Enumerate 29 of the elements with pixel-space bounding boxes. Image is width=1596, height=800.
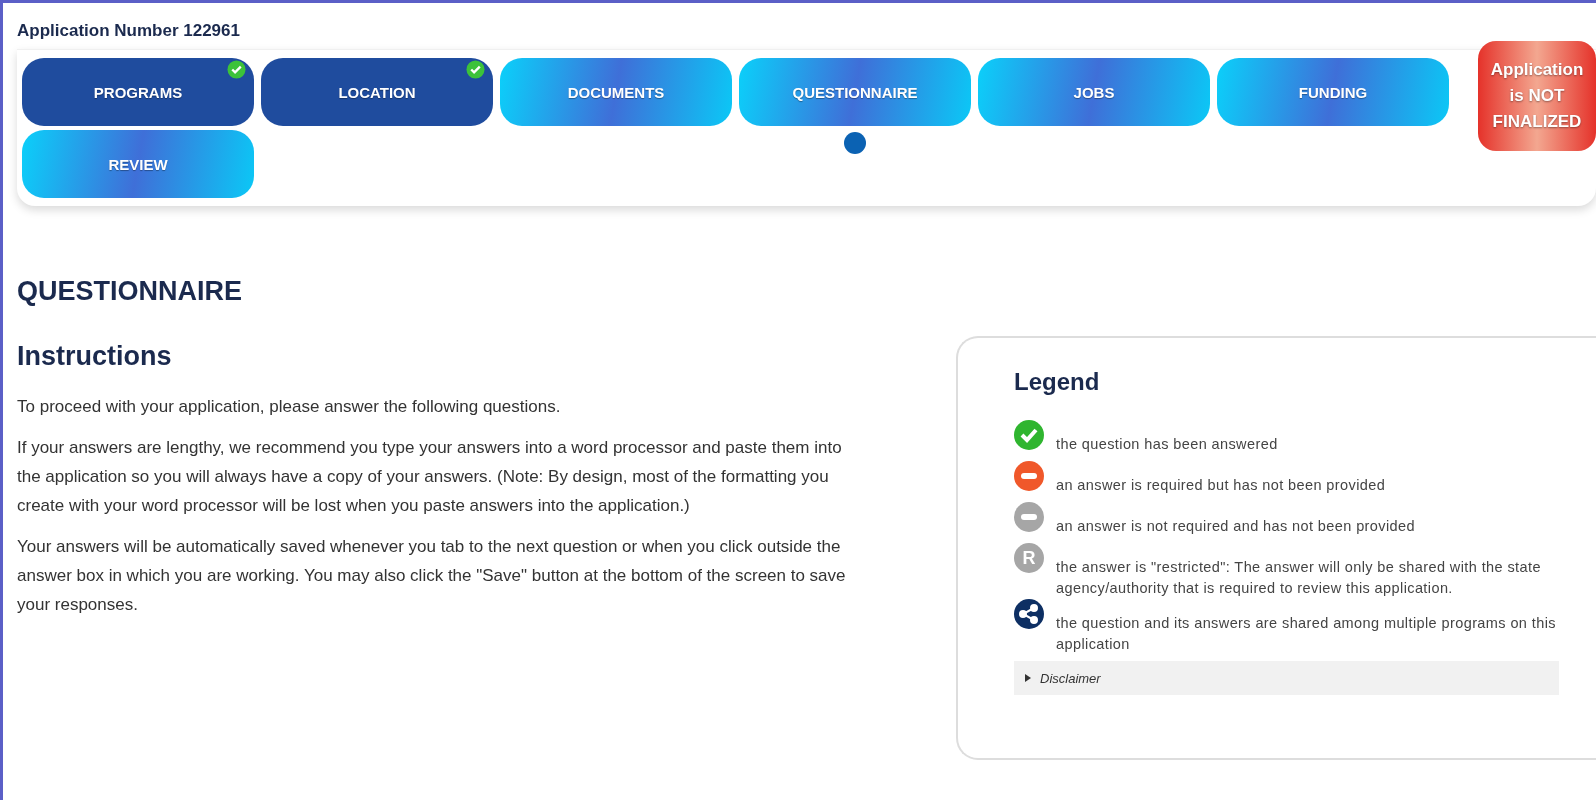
legend-text: the question has been answered [1056, 435, 1279, 454]
legend-title: Legend [1014, 368, 1101, 396]
minus-circle-icon [1014, 461, 1044, 491]
application-number: Application Number 122961 [17, 21, 241, 41]
disclaimer-toggle[interactable]: Disclaimer [1014, 661, 1559, 695]
check-icon [227, 60, 246, 79]
step-tab[interactable]: REVIEW [22, 130, 254, 198]
share-icon [1014, 599, 1044, 629]
instruction-paragraph: Your answers will be automatically saved whenever you tab to the next question or when you click outside the answer box in which you are working. You may also click the "Save" button at the bottom of the screen to save your responses. [17, 536, 847, 616]
restricted-icon: R [1014, 543, 1044, 573]
step-tab[interactable]: QUESTIONNAIRE [739, 58, 971, 126]
page-title: QUESTIONNAIRE [17, 276, 244, 307]
check-circle-icon [1014, 420, 1044, 450]
check-icon [466, 60, 485, 79]
legend-text: an answer is not required and has not been provided [1056, 517, 1416, 536]
instruction-paragraph: To proceed with your application, please answer the following questions. [17, 396, 562, 418]
instruction-paragraph: If your answers are lengthy, we recommend you type your answers into a word processor and paste them into the application so you will always have a copy of your answers. (Note: By design, most of the formatting you create with your word processor will be lost when you paste answers into the application.) [17, 437, 843, 517]
step-tab[interactable]: JOBS [978, 58, 1210, 126]
legend-text: the question and its answers are shared among multiple programs on this application [1056, 614, 1556, 654]
step-tab[interactable]: PROGRAMS [22, 58, 254, 126]
minus-circle-icon [1014, 502, 1044, 532]
status-badge: Application is NOT FINALIZED [1478, 41, 1596, 151]
legend-text: an answer is required but has not been provided [1056, 476, 1387, 495]
step-tab[interactable]: LOCATION [261, 58, 493, 126]
step-tab[interactable]: DOCUMENTS [500, 58, 732, 126]
step-tab[interactable]: FUNDING [1217, 58, 1449, 126]
section-heading: Instructions [17, 341, 173, 372]
caret-icon [1024, 674, 1032, 682]
legend-text: the answer is "restricted": The answer will only be shared with the state agency/authority that is required to review this application. [1056, 558, 1542, 598]
